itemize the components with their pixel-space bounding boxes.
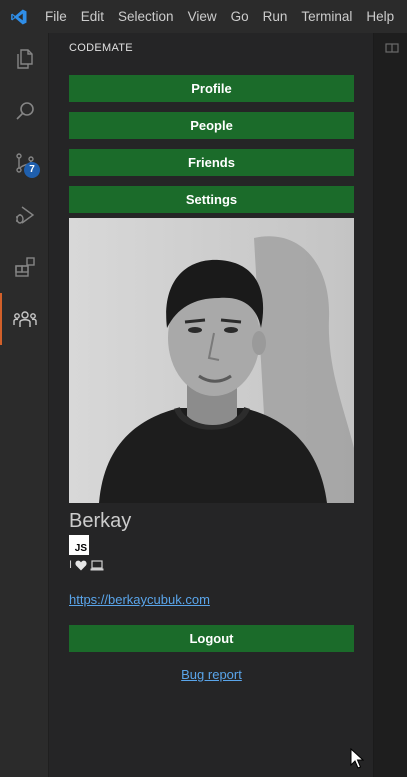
activity-codemate[interactable] [0, 293, 49, 345]
menu-help[interactable]: Help [359, 0, 401, 33]
menu-terminal[interactable]: Terminal [294, 0, 359, 33]
profile-bio: I [69, 559, 104, 571]
split-editor-icon[interactable] [385, 42, 399, 54]
bug-report-link[interactable]: Bug report [181, 667, 242, 682]
heart-icon [75, 560, 87, 570]
profile-button[interactable]: Profile [69, 75, 354, 102]
js-language-badge: JS [69, 535, 89, 555]
activity-extensions[interactable] [0, 241, 49, 293]
people-button[interactable]: People [69, 112, 354, 139]
activity-search[interactable] [0, 85, 49, 137]
friends-button[interactable]: Friends [69, 149, 354, 176]
sidebar-title: CODEMATE [69, 42, 133, 54]
extensions-icon [14, 257, 35, 277]
run-debug-icon [15, 206, 34, 224]
menu-view[interactable]: View [181, 0, 224, 33]
menu-selection[interactable]: Selection [111, 0, 181, 33]
title-bar: File Edit Selection View Go Run Terminal… [0, 0, 407, 33]
menu-edit[interactable]: Edit [74, 0, 111, 33]
website-link[interactable]: https://berkaycubuk.com [69, 592, 210, 607]
search-icon [15, 102, 34, 120]
menu-bar: File Edit Selection View Go Run Terminal… [38, 0, 401, 33]
mouse-cursor-icon [350, 748, 364, 769]
activity-source-control[interactable]: 7 [0, 137, 49, 189]
source-control-badge: 7 [24, 162, 40, 178]
activity-explorer[interactable] [0, 33, 49, 85]
bio-text: I [69, 559, 73, 571]
logout-button[interactable]: Logout [69, 625, 354, 652]
people-icon [12, 311, 37, 327]
bug-report-container: Bug report [49, 664, 374, 683]
files-icon [16, 49, 33, 69]
profile-photo [69, 218, 354, 503]
activity-bar: 7 [0, 33, 49, 777]
codemate-sidebar: CODEMATE Profile People Friends Settings [49, 33, 374, 777]
activity-run-debug[interactable] [0, 189, 49, 241]
menu-go[interactable]: Go [224, 0, 256, 33]
vscode-logo-icon [0, 0, 38, 33]
profile-name: Berkay [69, 510, 132, 532]
laptop-icon [90, 559, 104, 570]
menu-file[interactable]: File [38, 0, 74, 33]
settings-button[interactable]: Settings [69, 186, 354, 213]
editor-area [375, 33, 407, 777]
menu-run[interactable]: Run [256, 0, 295, 33]
